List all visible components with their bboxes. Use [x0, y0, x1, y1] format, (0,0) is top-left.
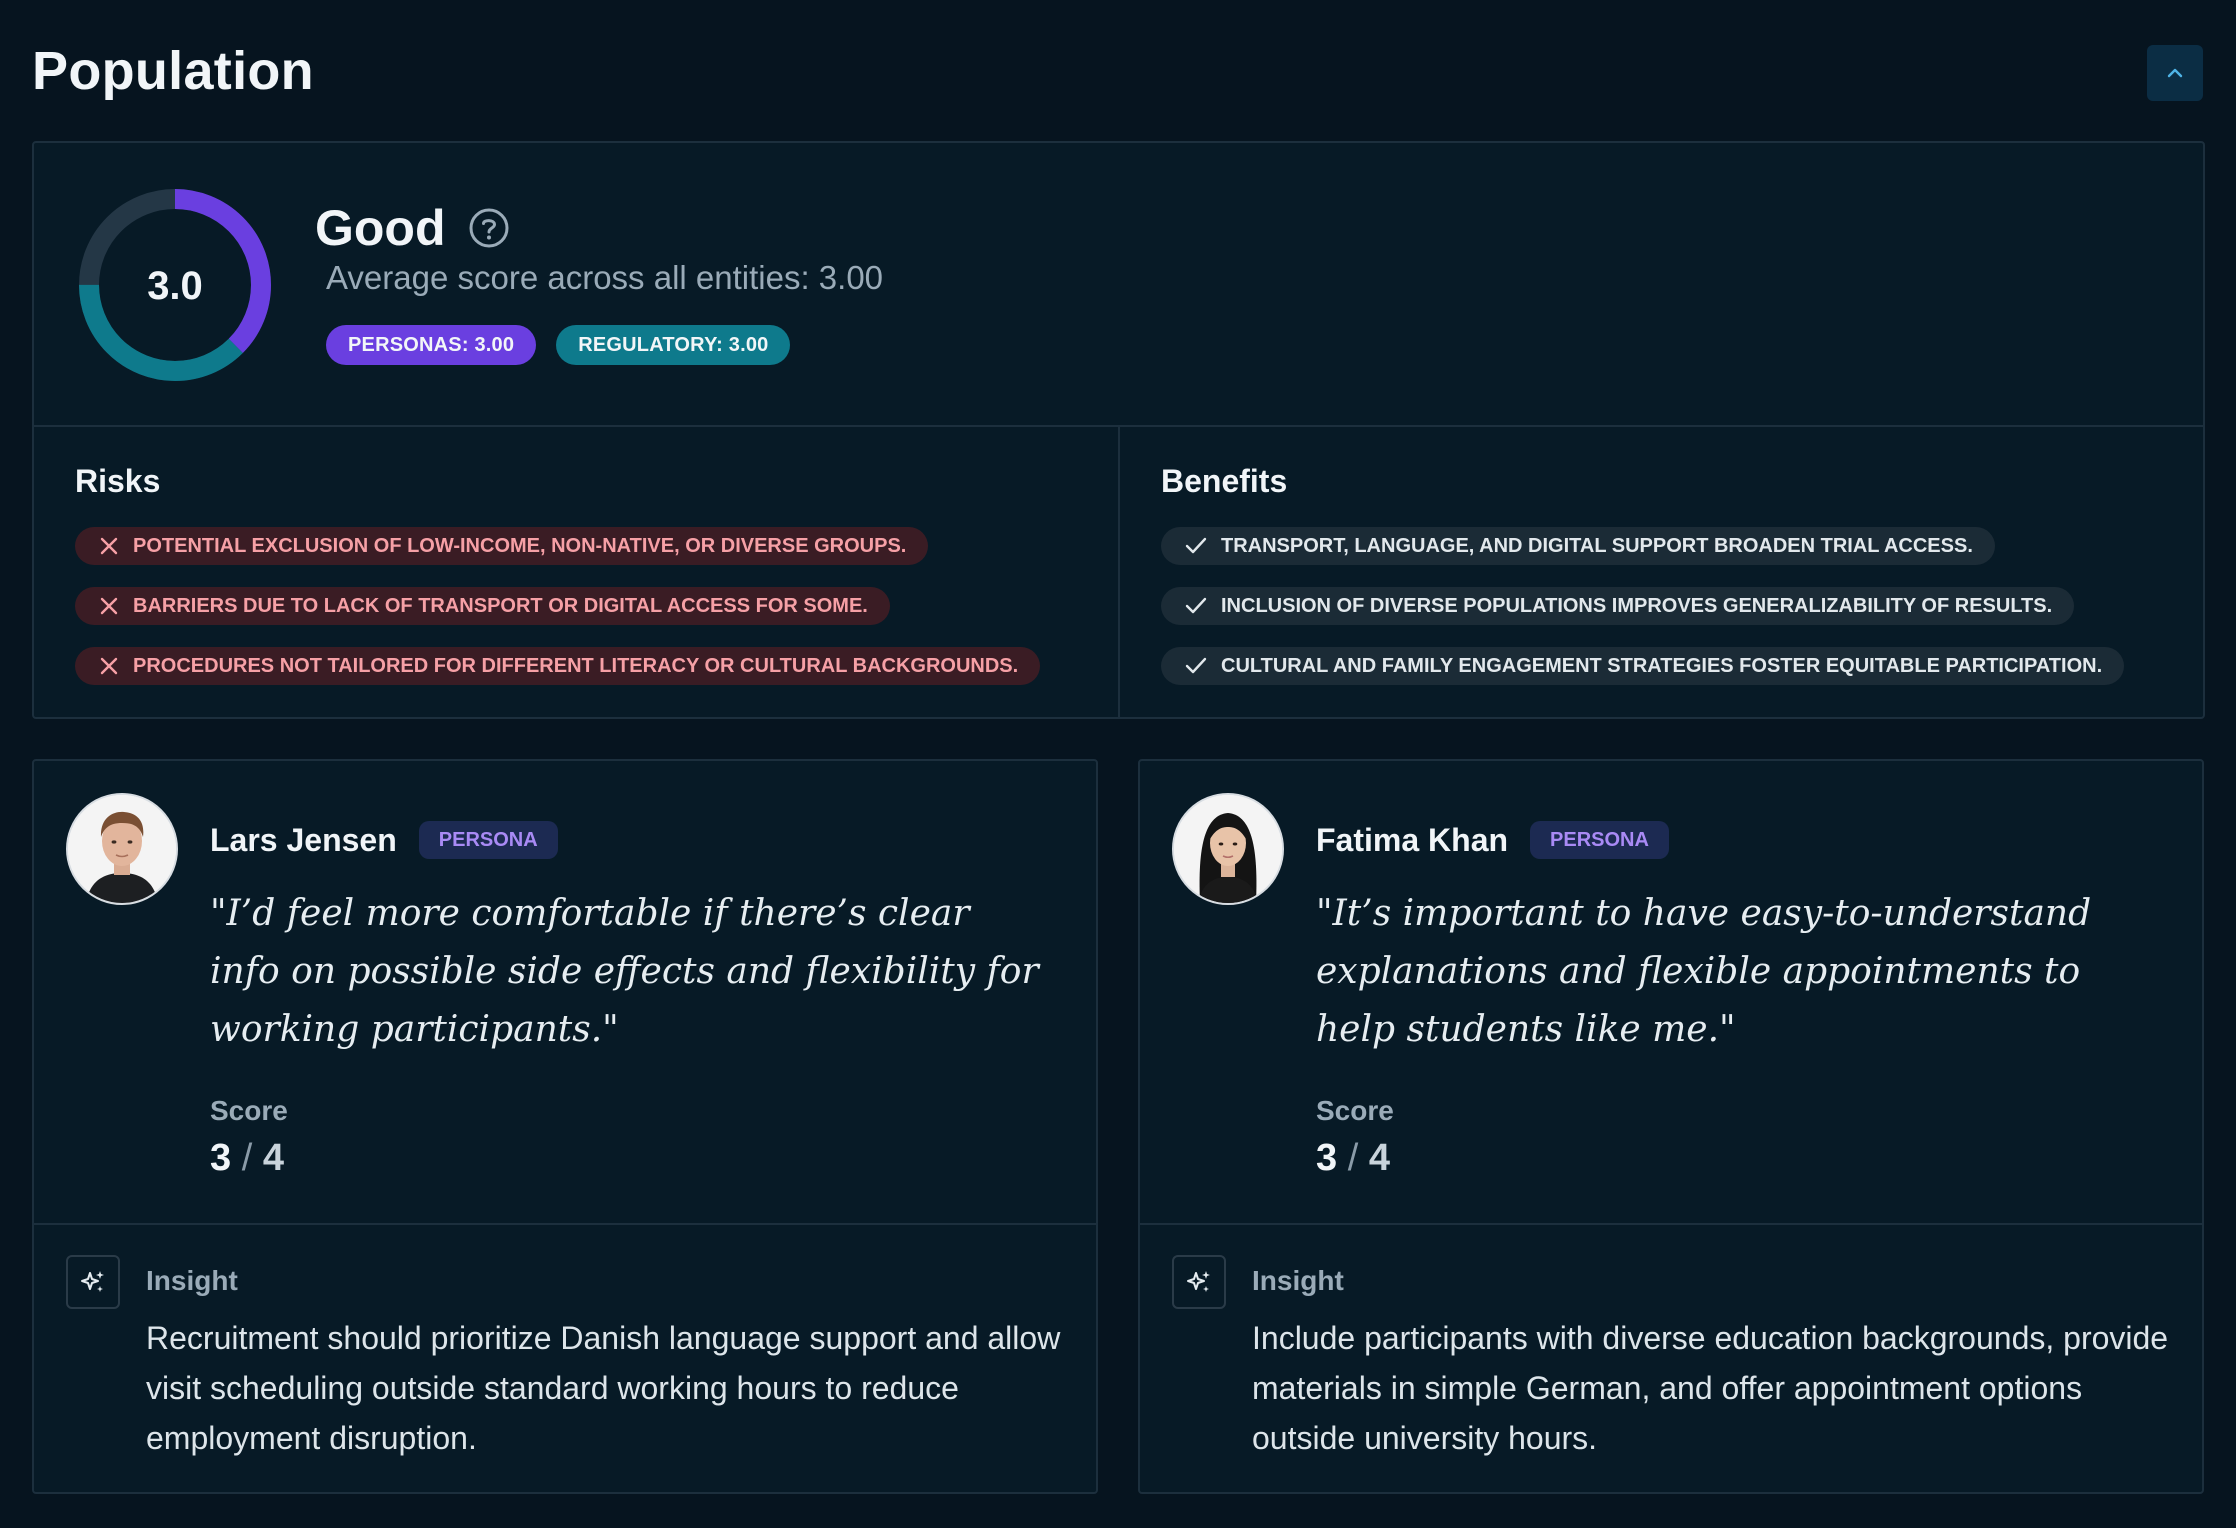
- rating-row: Good: [315, 199, 510, 257]
- female-portrait-icon: [1174, 795, 1282, 903]
- x-icon: [100, 537, 118, 555]
- score-caption: Score: [210, 1095, 288, 1126]
- persona-header: Lars Jensen PERSONA: [210, 821, 558, 859]
- average-score-text: Average score across all entities: 3.00: [326, 259, 884, 296]
- persona-badge: PERSONA: [1530, 821, 1669, 859]
- check-icon: [1185, 597, 1207, 614]
- persona-badge: PERSONA: [418, 821, 558, 859]
- insight-caption: Insight: [1252, 1265, 1344, 1296]
- persona-card-fatima-khan: Fatima Khan PERSONA "It’s important to h…: [1138, 759, 2204, 1494]
- sparkle-icon: [66, 1255, 120, 1309]
- persona-quote: "I’d feel more comfortable if there’s cl…: [210, 893, 1039, 1050]
- check-icon: [1185, 657, 1207, 674]
- avatar: [1172, 793, 1284, 905]
- insight-text: Recruitment should prioritize Danish lan…: [146, 1320, 1061, 1456]
- regulatory-score-pill: REGULATORY: 3.00: [556, 325, 791, 365]
- x-icon: [100, 597, 118, 615]
- population-summary-panel: 3.0 Good Average score across all entiti…: [32, 141, 2205, 719]
- male-portrait-icon: [68, 795, 176, 903]
- persona-card-lars-jensen: Lars Jensen PERSONA "I’d feel more comfo…: [32, 759, 1098, 1494]
- page-title: Population: [32, 41, 314, 101]
- benefit-item: INCLUSION OF DIVERSE POPULATIONS IMPROVE…: [1161, 587, 2075, 625]
- chevron-up-icon: [2167, 68, 2183, 78]
- persona-name: Fatima Khan: [1316, 821, 1509, 858]
- risks-title: Risks: [75, 463, 161, 499]
- x-icon: [100, 657, 118, 675]
- insight-text: Include participants with diverse educat…: [1252, 1320, 2169, 1456]
- persona-score: 3 / 4: [210, 1137, 284, 1179]
- card-divider: [1140, 1223, 2202, 1225]
- risk-item: PROCEDURES NOT TAILORED FOR DIFFERENT LI…: [75, 647, 1041, 685]
- benefit-item: TRANSPORT, LANGUAGE, AND DIGITAL SUPPORT…: [1161, 527, 1995, 565]
- benefits-title: Benefits: [1161, 463, 1288, 499]
- persona-name: Lars Jensen: [210, 821, 397, 858]
- score-pills: PERSONAS: 3.00 REGULATORY: 3.00: [326, 325, 791, 365]
- avatar: [66, 793, 178, 905]
- personas-score-pill: PERSONAS: 3.00: [326, 325, 537, 365]
- sparkle-icon: [1172, 1255, 1226, 1309]
- score-donut: 3.0: [79, 189, 271, 381]
- card-divider: [34, 1223, 1096, 1225]
- help-circle-icon[interactable]: [468, 207, 510, 249]
- donut-score-value: 3.0: [147, 264, 203, 308]
- persona-quote: "It’s important to have easy-to-understa…: [1316, 893, 2092, 1050]
- risks-benefits-divider: [1118, 427, 1120, 717]
- score-caption: Score: [1316, 1095, 1394, 1126]
- risk-item: BARRIERS DUE TO LACK OF TRANSPORT OR DIG…: [75, 587, 890, 625]
- rating-label: Good: [315, 200, 446, 256]
- benefit-item: CULTURAL AND FAMILY ENGAGEMENT STRATEGIE…: [1161, 647, 2125, 685]
- risk-item: POTENTIAL EXCLUSION OF LOW-INCOME, NON-N…: [75, 527, 929, 565]
- persona-score: 3 / 4: [1316, 1137, 1390, 1179]
- persona-header: Fatima Khan PERSONA: [1316, 821, 1669, 859]
- benefits-list: TRANSPORT, LANGUAGE, AND DIGITAL SUPPORT…: [1161, 527, 2125, 685]
- collapse-button[interactable]: [2147, 45, 2203, 101]
- risks-list: POTENTIAL EXCLUSION OF LOW-INCOME, NON-N…: [75, 527, 1041, 685]
- check-icon: [1185, 537, 1207, 554]
- insight-caption: Insight: [146, 1265, 238, 1296]
